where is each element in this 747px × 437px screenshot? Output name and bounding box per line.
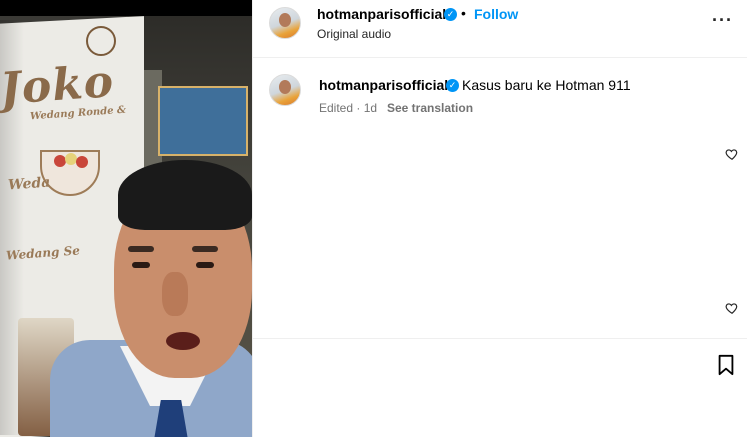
post-caption: hotmanparisofficial ✓ Kasus baru ke Hotm… xyxy=(253,66,747,126)
heart-icon[interactable] xyxy=(725,147,739,161)
banner-text-item-1: Weda xyxy=(7,174,51,194)
speaker-mouth xyxy=(166,332,200,350)
actions-divider xyxy=(253,338,710,339)
avatar[interactable] xyxy=(269,7,301,39)
meta-separator: · xyxy=(356,101,361,115)
bookmark-icon[interactable] xyxy=(715,353,737,377)
speaker-brow-right xyxy=(192,246,218,252)
caption-text: Kasus baru ke Hotman 911 xyxy=(462,77,631,93)
follow-button[interactable]: Follow xyxy=(474,6,518,22)
speaker-eye-right xyxy=(196,262,214,268)
see-translation-button[interactable]: See translation xyxy=(387,101,473,115)
speaker-nose xyxy=(162,272,188,316)
header-username-link[interactable]: hotmanparisofficial xyxy=(317,6,446,22)
heart-icon[interactable] xyxy=(725,301,739,315)
reel-video[interactable]: Joko Wedang Ronde & Weda Wedang Se xyxy=(0,0,252,437)
post-header: hotmanparisofficial ✓ • Follow Original … xyxy=(253,0,747,58)
more-horizontal-icon[interactable]: ··· xyxy=(712,10,733,31)
verified-badge-icon: ✓ xyxy=(444,8,457,21)
banner-ronde-balls xyxy=(54,153,88,169)
original-audio-link[interactable]: Original audio xyxy=(317,27,391,41)
verified-badge-icon: ✓ xyxy=(446,79,459,92)
speaker-brow-left xyxy=(128,246,154,252)
background-poster xyxy=(158,86,248,156)
post-age[interactable]: 1d xyxy=(364,101,377,115)
media-top-strip xyxy=(0,0,252,16)
caption-username-link[interactable]: hotmanparisofficial xyxy=(319,77,448,93)
speaker-eye-left xyxy=(132,262,150,268)
header-separator: • xyxy=(461,5,466,21)
caption-avatar[interactable] xyxy=(269,74,301,106)
actions-divider-right xyxy=(710,338,747,339)
caption-meta: Edited · 1d xyxy=(319,101,377,115)
banner-logo xyxy=(86,26,116,56)
edited-label: Edited xyxy=(319,101,354,115)
speaker-hair xyxy=(118,160,252,230)
